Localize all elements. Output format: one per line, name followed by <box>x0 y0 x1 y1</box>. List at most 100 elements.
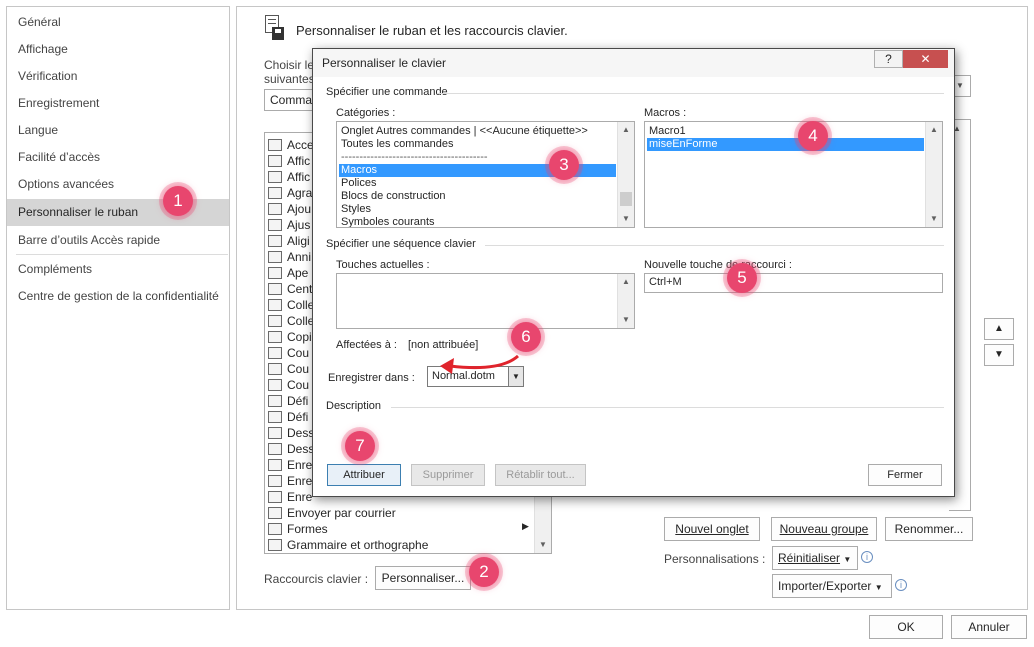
nav-item-customize-ribbon[interactable]: Personnaliser le ruban <box>7 199 229 226</box>
section-line <box>391 407 944 408</box>
category-item[interactable]: Symboles courants <box>339 216 616 227</box>
scroll-up-icon[interactable]: ▲ <box>618 274 634 290</box>
macros-list[interactable]: Macro1 miseEnForme ▲ ▼ <box>644 121 943 228</box>
command-item[interactable]: Enre <box>287 457 312 473</box>
command-icon <box>268 331 282 343</box>
category-item[interactable]: Polices <box>339 177 616 190</box>
nav-item-proofing[interactable]: Vérification <box>7 63 229 90</box>
command-item[interactable]: Défi <box>287 393 308 409</box>
command-icon <box>268 363 282 375</box>
cancel-button[interactable]: Annuler <box>951 615 1027 639</box>
command-item[interactable]: Envoyer par courrier <box>287 505 396 521</box>
customize-shortcuts-button[interactable]: Personnaliser... <box>375 566 471 590</box>
command-item[interactable]: Ajou <box>287 201 311 217</box>
nav-item-addins[interactable]: Compléments <box>7 256 229 283</box>
remove-button[interactable]: Supprimer <box>411 464 485 486</box>
macro-item[interactable]: Macro1 <box>647 125 924 138</box>
new-tab-label: Nouvel onglet <box>675 522 749 536</box>
command-item[interactable]: Acce <box>287 137 314 153</box>
command-icon <box>268 523 282 535</box>
new-shortcut-input[interactable]: Ctrl+M <box>644 273 943 293</box>
step-badge-3: 3 <box>549 150 579 180</box>
command-item[interactable]: Copi <box>287 329 312 345</box>
command-item[interactable]: Dess <box>287 441 314 457</box>
customize-keyboard-dialog: Personnaliser le clavier ? ✕ Spécifier u… <box>312 48 955 497</box>
reset-button[interactable]: Réinitialiser ▼ <box>772 546 858 570</box>
command-icon <box>268 379 282 391</box>
scroll-up-icon[interactable]: ▲ <box>926 122 942 138</box>
command-icon <box>268 459 282 471</box>
command-item[interactable]: Colle <box>287 313 314 329</box>
command-icon <box>268 411 282 423</box>
current-keys-list[interactable]: ▲ ▼ <box>336 273 635 329</box>
command-item[interactable]: Anni <box>287 249 311 265</box>
nav-item-display[interactable]: Affichage <box>7 36 229 63</box>
command-icon <box>268 235 282 247</box>
nav-item-accessibility[interactable]: Facilité d’accès <box>7 144 229 171</box>
nav-item-save[interactable]: Enregistrement <box>7 90 229 117</box>
scroll-down-icon[interactable]: ▼ <box>926 211 942 227</box>
nav-item-general[interactable]: Général <box>7 9 229 36</box>
nav-item-quick-access[interactable]: Barre d’outils Accès rapide <box>7 227 229 254</box>
scroll-down-icon[interactable]: ▼ <box>618 312 634 328</box>
command-item[interactable]: Affic <box>287 169 310 185</box>
categories-scrollbar[interactable]: ▲ ▼ <box>617 122 634 227</box>
current-keys-label: Touches actuelles : <box>336 259 430 271</box>
new-group-button[interactable]: Nouveau groupe <box>771 517 877 541</box>
current-keys-scrollbar[interactable]: ▲ ▼ <box>617 274 634 328</box>
scroll-down-icon[interactable]: ▼ <box>618 211 634 227</box>
step-badge-6: 6 <box>511 322 541 352</box>
command-item[interactable]: Enre <box>287 473 312 489</box>
command-item[interactable]: Cou <box>287 361 309 377</box>
macros-scrollbar[interactable]: ▲ ▼ <box>925 122 942 227</box>
nav-item-advanced[interactable]: Options avancées <box>7 171 229 198</box>
scroll-up-icon[interactable]: ▲ <box>618 122 634 138</box>
command-item[interactable]: Défi <box>287 409 308 425</box>
dialog-titlebar: Personnaliser le clavier ? ✕ <box>313 49 954 77</box>
dialog-title: Personnaliser le clavier <box>322 56 447 70</box>
command-item[interactable]: Agra <box>287 185 312 201</box>
command-icon <box>268 251 282 263</box>
command-icon <box>268 267 282 279</box>
scroll-thumb[interactable] <box>620 192 632 206</box>
key-sequence-label: Spécifier une séquence clavier <box>326 238 476 250</box>
reset-all-button[interactable]: Rétablir tout... <box>495 464 586 486</box>
scroll-down-icon[interactable]: ▼ <box>535 537 551 553</box>
nav-item-trust-center[interactable]: Centre de gestion de la confidentialité <box>7 283 229 310</box>
command-item[interactable]: Grammaire et orthographe <box>287 537 428 553</box>
command-icon <box>268 427 282 439</box>
rename-button[interactable]: Renommer... <box>885 517 973 541</box>
command-item[interactable]: Cou <box>287 377 309 393</box>
move-up-button[interactable]: ▲ <box>984 318 1014 340</box>
step-badge-1: 1 <box>163 186 193 216</box>
command-item[interactable]: Colle <box>287 297 314 313</box>
submenu-arrow-icon: ▶ <box>522 521 529 531</box>
close-icon[interactable]: ✕ <box>903 50 948 68</box>
help-icon[interactable]: ? <box>874 50 903 68</box>
command-item[interactable]: Formes <box>287 521 328 537</box>
import-export-button[interactable]: Importer/Exporter ▼ <box>772 574 892 598</box>
command-item[interactable]: Enre <box>287 489 312 505</box>
category-item[interactable]: Styles <box>339 203 616 216</box>
move-down-button[interactable]: ▼ <box>984 344 1014 366</box>
command-item[interactable]: Affic <box>287 153 310 169</box>
category-item[interactable]: Toutes les commandes <box>339 138 616 151</box>
assign-button[interactable]: Attribuer <box>327 464 401 486</box>
command-item[interactable]: Cent <box>287 281 312 297</box>
category-item[interactable]: Blocs de construction <box>339 190 616 203</box>
command-item[interactable]: Cou <box>287 345 309 361</box>
new-tab-button[interactable]: Nouvel onglet <box>664 517 760 541</box>
command-item[interactable]: Aligi <box>287 233 310 249</box>
command-item[interactable]: Ajus <box>287 217 310 233</box>
command-item[interactable]: Ape <box>287 265 308 281</box>
macros-label: Macros : <box>644 107 687 119</box>
nav-item-language[interactable]: Langue <box>7 117 229 144</box>
close-button[interactable]: Fermer <box>868 464 942 486</box>
macro-item-selected[interactable]: miseEnForme <box>647 138 924 151</box>
command-item[interactable]: Dess <box>287 425 314 441</box>
specify-command-label: Spécifier une commande <box>326 86 448 98</box>
categories-list[interactable]: Onglet Autres commandes | <<Aucune étiqu… <box>336 121 635 228</box>
category-item[interactable]: Onglet Autres commandes | <<Aucune étiqu… <box>339 125 616 138</box>
ok-button[interactable]: OK <box>869 615 943 639</box>
command-icon <box>268 187 282 199</box>
